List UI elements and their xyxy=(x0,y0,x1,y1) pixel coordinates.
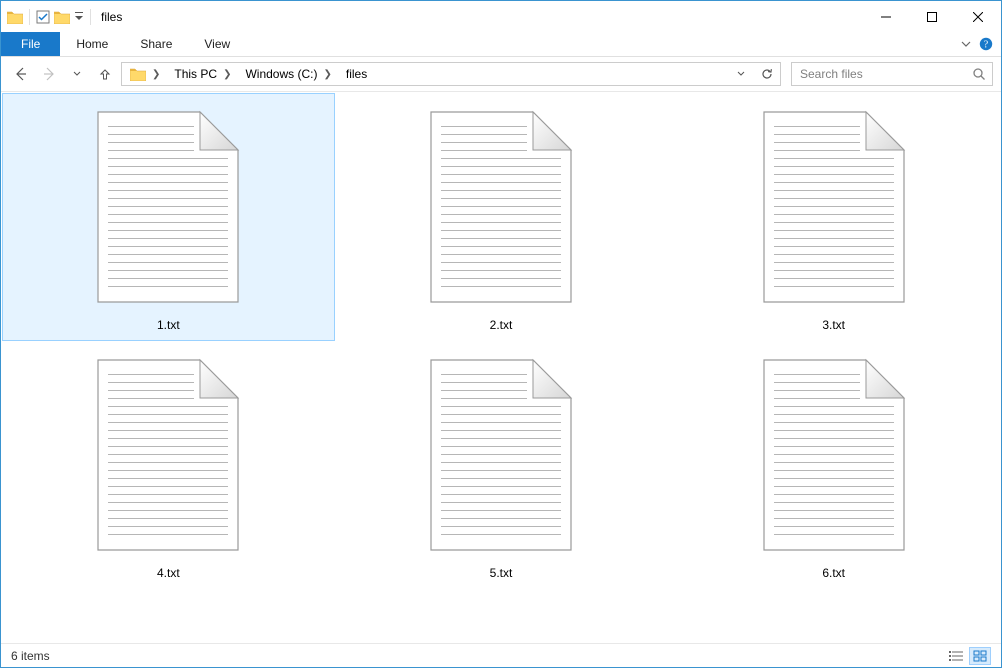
ribbon-tabs: File Home Share View ? xyxy=(1,32,1001,57)
quick-access-toolbar xyxy=(1,9,93,25)
titlebar: files xyxy=(1,1,1001,32)
breadcrumb-label: This PC xyxy=(174,67,217,81)
separator xyxy=(90,9,91,25)
breadcrumb-folder[interactable]: files xyxy=(338,63,373,85)
breadcrumb-label: files xyxy=(346,67,367,81)
status-bar: 6 items xyxy=(1,643,1001,667)
breadcrumb-label: Windows (C:) xyxy=(245,67,317,81)
file-list[interactable]: 1.txt 2.txt 3.txt xyxy=(1,92,1001,643)
file-tab[interactable]: File xyxy=(1,32,60,56)
large-icons-view-button[interactable] xyxy=(969,647,991,665)
properties-icon[interactable] xyxy=(36,10,50,24)
search-input[interactable] xyxy=(798,66,972,82)
file-item[interactable]: 1.txt xyxy=(2,93,335,341)
file-name-label: 6.txt xyxy=(822,566,845,580)
breadcrumb-drive[interactable]: Windows (C:) ❯ xyxy=(237,63,337,85)
search-icon[interactable] xyxy=(972,67,986,81)
chevron-right-icon[interactable]: ❯ xyxy=(223,69,231,80)
navigation-bar: ❯ This PC ❯ Windows (C:) ❯ files xyxy=(1,57,1001,92)
file-item[interactable]: 5.txt xyxy=(335,341,668,589)
maximize-button[interactable] xyxy=(909,1,955,32)
text-file-icon xyxy=(423,104,579,310)
text-file-icon xyxy=(756,104,912,310)
separator xyxy=(29,9,30,25)
file-name-label: 4.txt xyxy=(157,566,180,580)
svg-text:?: ? xyxy=(984,40,989,51)
file-item[interactable]: 2.txt xyxy=(335,93,668,341)
back-button[interactable] xyxy=(9,62,33,86)
folder-icon xyxy=(7,10,23,24)
help-icon[interactable]: ? xyxy=(979,37,993,51)
minimize-button[interactable] xyxy=(863,1,909,32)
file-item[interactable]: 3.txt xyxy=(667,93,1000,341)
chevron-right-icon[interactable]: ❯ xyxy=(152,69,160,80)
text-file-icon xyxy=(90,352,246,558)
breadcrumb-this-pc[interactable]: This PC ❯ xyxy=(166,63,237,85)
item-count: 6 items xyxy=(11,649,50,663)
close-button[interactable] xyxy=(955,1,1001,32)
tab-share[interactable]: Share xyxy=(124,32,188,56)
text-file-icon xyxy=(90,104,246,310)
details-view-button[interactable] xyxy=(945,647,967,665)
search-box[interactable] xyxy=(791,62,993,86)
refresh-button[interactable] xyxy=(754,63,780,85)
address-bar[interactable]: ❯ This PC ❯ Windows (C:) ❯ files xyxy=(121,62,781,86)
file-name-label: 1.txt xyxy=(157,318,180,332)
file-name-label: 5.txt xyxy=(490,566,513,580)
recent-locations-button[interactable] xyxy=(65,62,89,86)
file-name-label: 2.txt xyxy=(490,318,513,332)
forward-button[interactable] xyxy=(37,62,61,86)
address-folder-icon[interactable]: ❯ xyxy=(122,63,166,85)
file-name-label: 3.txt xyxy=(822,318,845,332)
file-item[interactable]: 6.txt xyxy=(667,341,1000,589)
folder-icon[interactable] xyxy=(54,10,70,24)
window-title: files xyxy=(101,10,122,24)
text-file-icon xyxy=(423,352,579,558)
text-file-icon xyxy=(756,352,912,558)
chevron-right-icon[interactable]: ❯ xyxy=(323,69,331,80)
address-dropdown-button[interactable] xyxy=(728,63,754,85)
qat-dropdown-icon[interactable] xyxy=(74,10,84,24)
ribbon-collapse-icon[interactable] xyxy=(961,39,971,49)
up-button[interactable] xyxy=(93,62,117,86)
address-actions xyxy=(728,63,780,85)
explorer-window: files File Home Share View ? xyxy=(0,0,1002,668)
tab-home[interactable]: Home xyxy=(60,32,124,56)
tab-view[interactable]: View xyxy=(188,32,246,56)
file-item[interactable]: 4.txt xyxy=(2,341,335,589)
